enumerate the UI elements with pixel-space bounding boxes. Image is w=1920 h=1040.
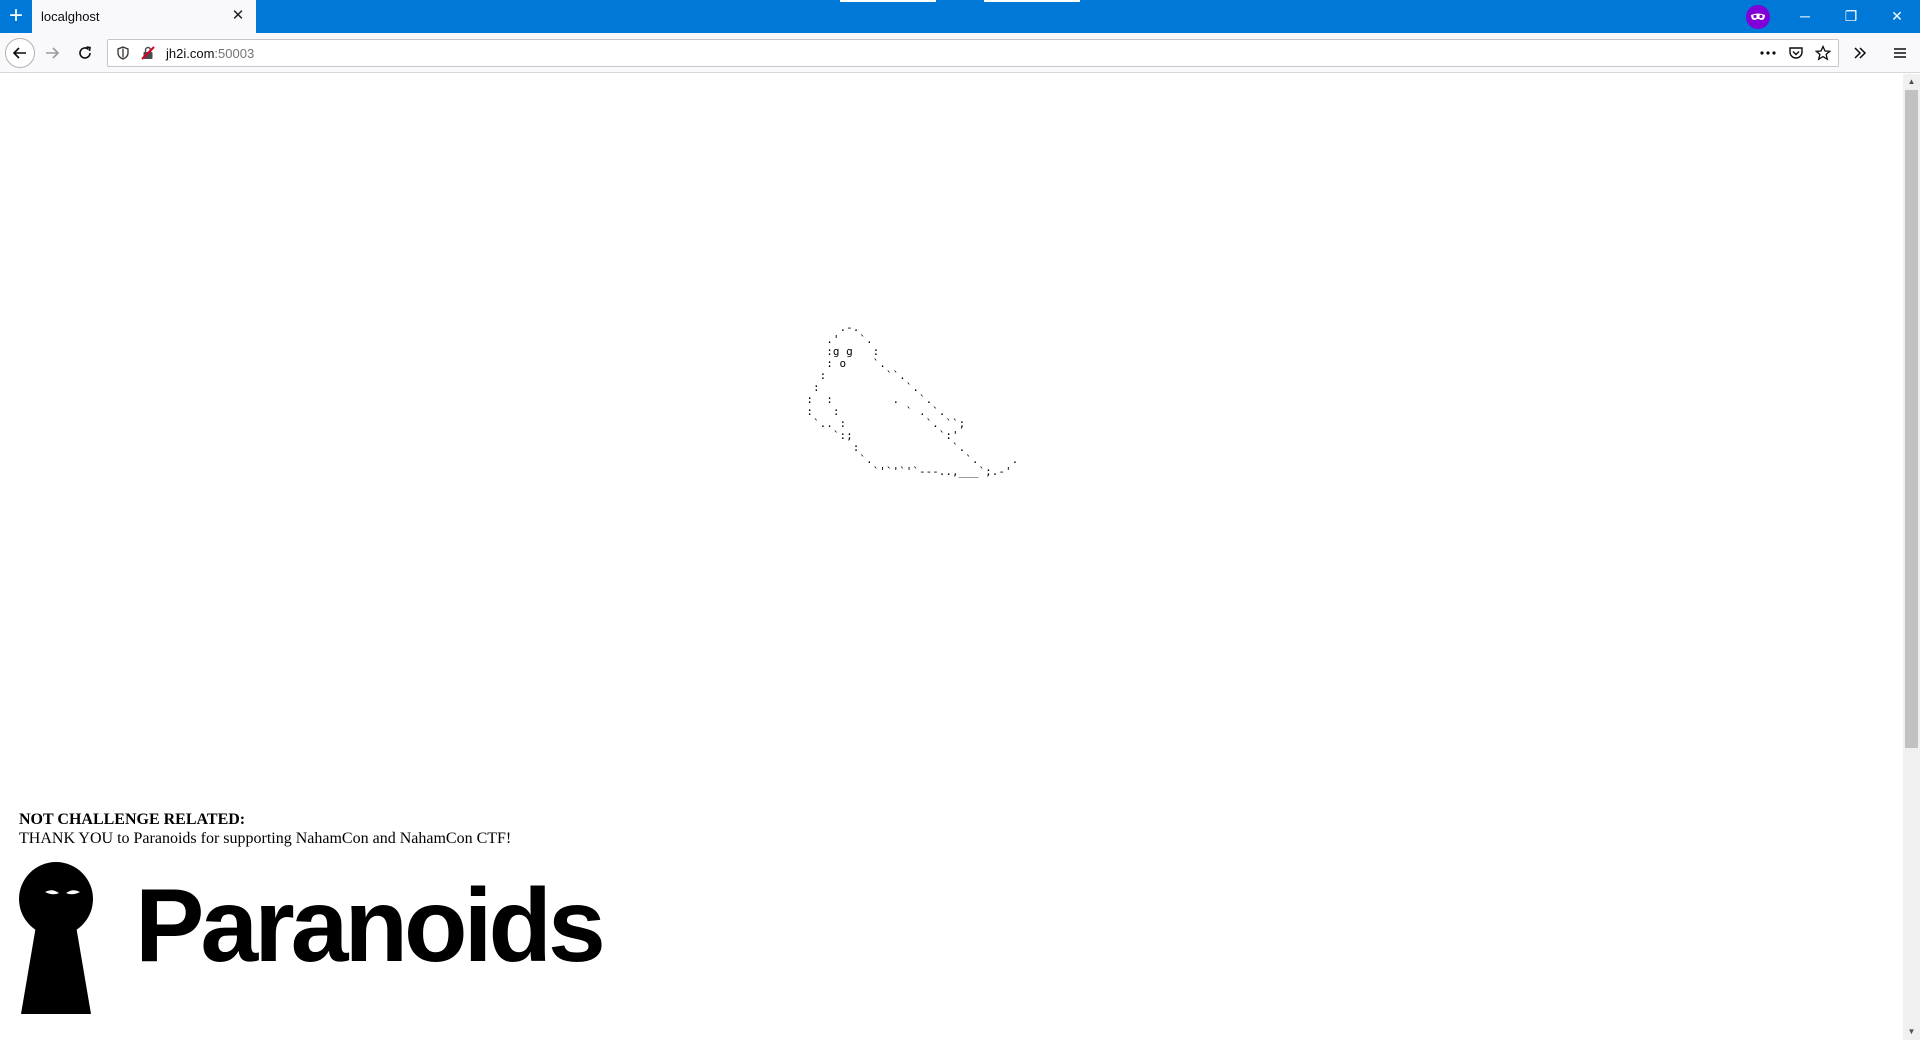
insecure-connection-icon[interactable] — [140, 45, 156, 66]
navigation-toolbar: jh2i.com:50003 — [0, 33, 1920, 73]
sponsor-message: THANK YOU to Paranoids for supporting Na… — [19, 830, 512, 847]
title-indicator — [840, 0, 936, 2]
ascii-ghost-art: .-. .' `. :g g : : o `. : ``. : `. : : .… — [806, 321, 1019, 478]
url-host: jh2i.com — [166, 46, 215, 61]
close-window-button[interactable]: ✕ — [1874, 0, 1920, 33]
private-browsing-icon — [1746, 5, 1770, 29]
tab-title: localghost — [41, 9, 100, 24]
paranoids-logo: Paranoids — [19, 862, 639, 1014]
reload-icon — [79, 46, 91, 59]
overflow-icon — [1854, 47, 1867, 59]
scroll-down-arrow-icon[interactable]: ▼ — [1903, 1024, 1920, 1040]
address-bar[interactable]: jh2i.com:50003 — [107, 39, 1839, 67]
page-content: .-. .' `. :g g : : o `. : ``. : `. : : .… — [0, 74, 1903, 1040]
scroll-up-arrow-icon[interactable]: ▲ — [1903, 74, 1920, 90]
new-tab-button[interactable]: + — [0, 0, 32, 33]
shield-icon[interactable] — [115, 45, 131, 66]
bookmark-star-icon[interactable] — [1814, 44, 1832, 66]
overflow-button[interactable] — [1845, 38, 1875, 68]
tab-close-icon[interactable]: ✕ — [228, 6, 248, 26]
sponsor-heading: NOT CHALLENGE RELATED: — [19, 811, 246, 828]
sponsor-note: NOT CHALLENGE RELATED: THANK YOU to Para… — [19, 810, 511, 848]
minimize-button[interactable]: ─ — [1782, 0, 1828, 33]
back-arrow-icon — [12, 47, 26, 59]
logo-text: Paranoids — [135, 868, 606, 984]
title-bar: + localghost ✕ ─ ❐ ✕ — [0, 0, 1920, 33]
menu-icon — [1894, 48, 1906, 58]
forward-button[interactable] — [37, 38, 67, 68]
url-text[interactable]: jh2i.com:50003 — [166, 46, 254, 61]
tab-localghost[interactable]: localghost ✕ — [32, 0, 256, 33]
forward-arrow-icon — [46, 47, 60, 59]
page-actions-icon[interactable] — [1759, 45, 1777, 66]
url-port: :50003 — [214, 46, 255, 61]
scrollbar-thumb[interactable] — [1905, 90, 1918, 748]
vertical-scrollbar[interactable]: ▲ ▼ — [1903, 74, 1920, 1040]
restore-button[interactable]: ❐ — [1828, 0, 1874, 33]
back-button[interactable] — [5, 38, 35, 68]
menu-button[interactable] — [1885, 38, 1915, 68]
title-indicator — [984, 0, 1080, 2]
pocket-icon[interactable] — [1788, 45, 1804, 66]
keyhole-figure-icon — [19, 862, 93, 1014]
reload-button[interactable] — [70, 38, 100, 68]
